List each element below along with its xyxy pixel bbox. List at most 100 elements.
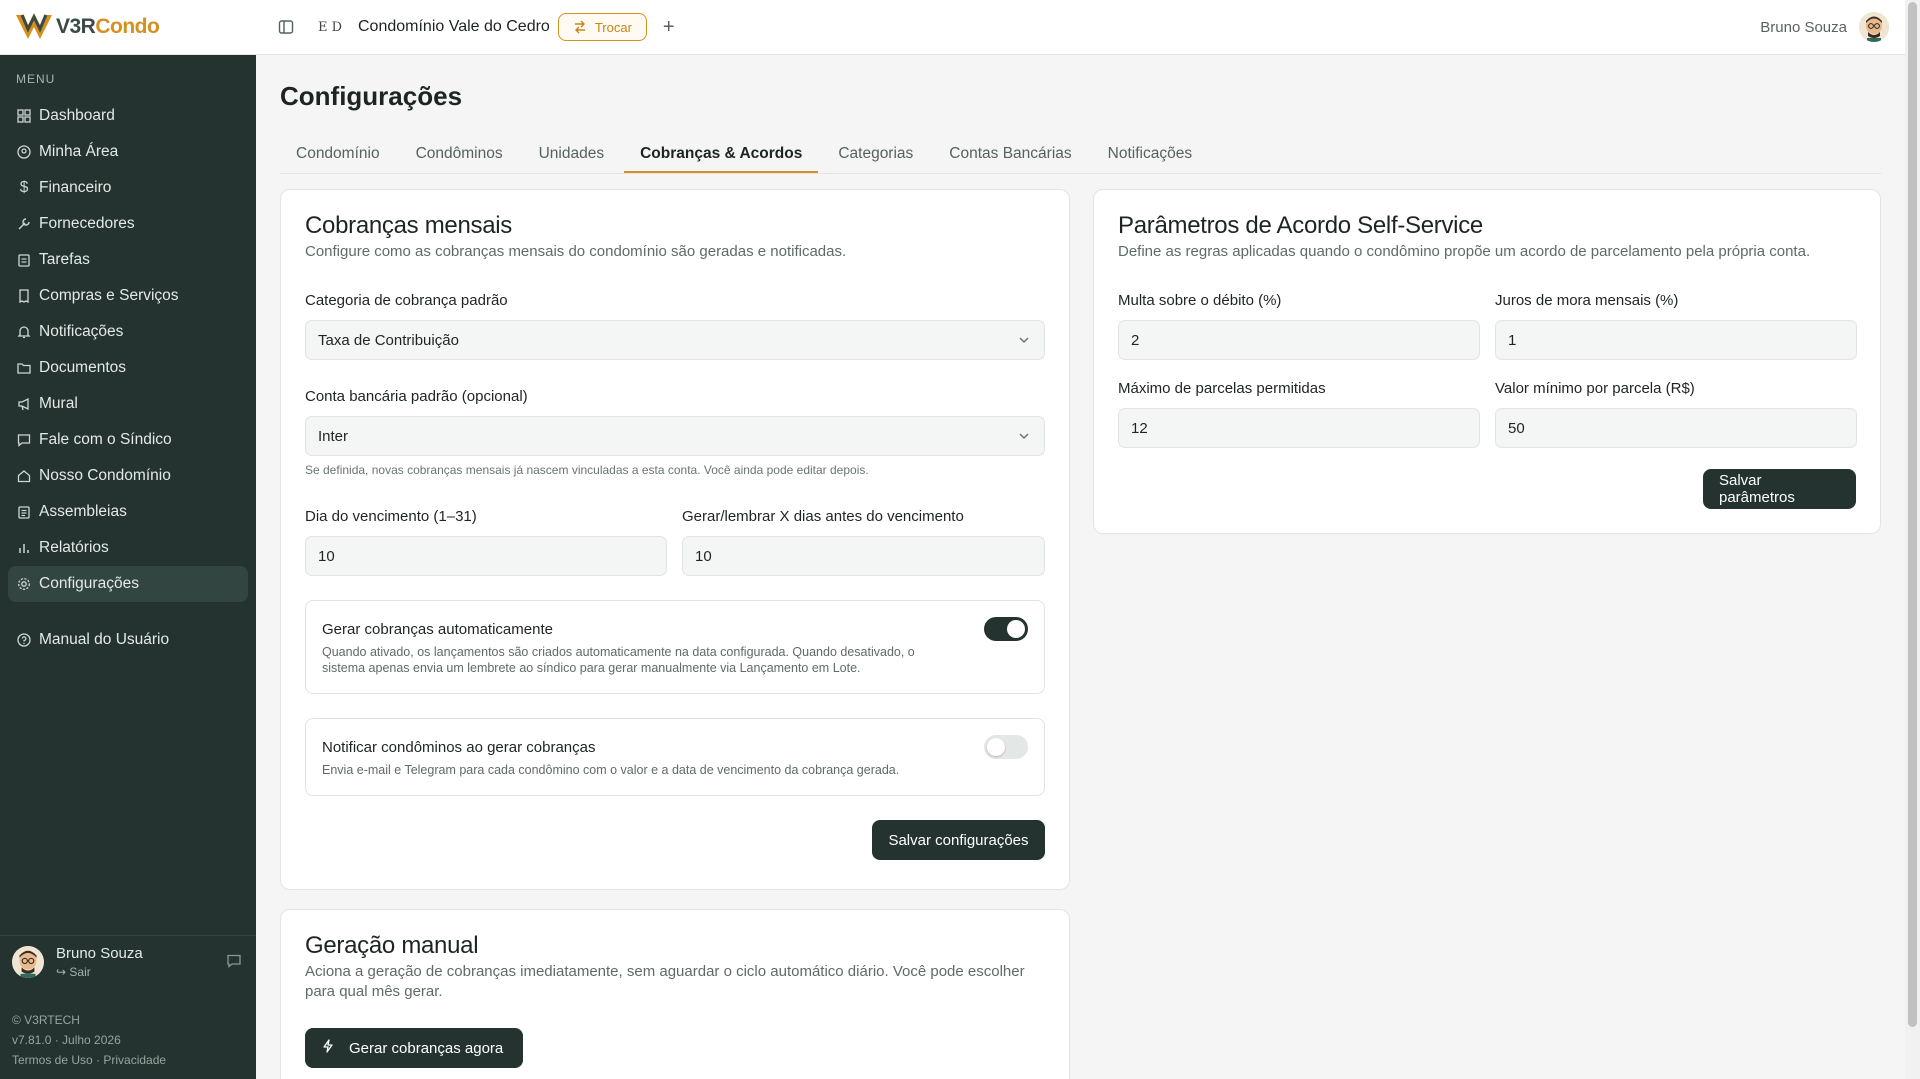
add-condo-plus-icon[interactable]: + (663, 16, 675, 39)
sidebar-item-label: Documentos (39, 359, 127, 376)
logout-label: Sair (69, 964, 91, 979)
manual-generation-title: Geração manual (305, 932, 479, 959)
toggle-knob (1007, 620, 1025, 638)
manual-generation-subtitle-line2: para qual mês gerar. (305, 983, 443, 1000)
dollar-icon: $ (19, 179, 29, 196)
max-installments-input[interactable]: 12 (1118, 408, 1480, 448)
megaphone-icon (17, 397, 31, 411)
sidebar-item-label: Configurações (39, 575, 139, 592)
billing-subtitle: Configure como as cobranças mensais do c… (305, 243, 847, 260)
notify-toggle[interactable] (984, 735, 1028, 759)
generate-now-button[interactable]: Gerar cobranças agora (305, 1028, 523, 1068)
privacy-link[interactable]: Privacidade (103, 1053, 166, 1067)
notify-box: Notificar condôminos ao gerar cobranças … (305, 718, 1045, 796)
sidebar-item-label: Assembleias (39, 503, 127, 520)
sidebar-item-minha-area[interactable]: Minha Área (8, 134, 248, 170)
app-logo[interactable]: V3RCondo (0, 11, 256, 43)
sidebar-item-label: Compras e Serviços (39, 287, 179, 304)
sidebar-user-avatar[interactable] (12, 945, 44, 978)
page-scrollbar[interactable] (1905, 0, 1920, 1079)
fine-label: Multa sobre o débito (%) (1118, 292, 1282, 309)
sidebar-item-dashboard[interactable]: Dashboard (8, 98, 248, 134)
save-parameters-button[interactable]: Salvar parâmetros (1703, 469, 1856, 509)
max-installments-label: Máximo de parcelas permitidas (1118, 380, 1326, 397)
billing-title: Cobranças mensais (305, 212, 512, 239)
tab-condominos[interactable]: Condôminos (400, 135, 519, 173)
swap-condo-button[interactable]: Trocar (557, 13, 647, 41)
toggle-knob (987, 738, 1005, 756)
tabs-divider (280, 173, 1881, 174)
category-select[interactable]: Taxa de Contribuição (305, 320, 1045, 360)
sidebar-item-mural[interactable]: Mural (8, 386, 248, 422)
account-label: Conta bancária padrão (opcional) (305, 388, 528, 405)
tab-categorias[interactable]: Categorias (822, 135, 929, 173)
fine-input[interactable]: 2 (1118, 320, 1480, 360)
scrollbar-thumb[interactable] (1908, 2, 1917, 1027)
tab-condominio[interactable]: Condomínio (280, 135, 396, 173)
sidebar-item-documentos[interactable]: Documentos (8, 350, 248, 386)
sidebar-item-relatorios[interactable]: Relatórios (8, 530, 248, 566)
auto-generate-desc: Quando ativado, os lançamentos são criad… (322, 644, 915, 676)
sidebar-item-label: Mural (39, 395, 78, 412)
chat-icon[interactable] (226, 953, 242, 974)
gear-icon (17, 577, 31, 591)
notify-title: Notificar condôminos ao gerar cobranças (322, 739, 596, 756)
sidebar-user: Bruno Souza ↪ Sair (0, 935, 256, 987)
tab-cobrancas-acordos[interactable]: Cobranças & Acordos (624, 135, 819, 173)
copyright: © V3RTECH (12, 1013, 80, 1027)
sidebar-item-nosso-condominio[interactable]: Nosso Condomínio (8, 458, 248, 494)
sidebar-item-label: Dashboard (39, 107, 115, 124)
sidebar-toggle-icon[interactable] (276, 17, 296, 37)
condo-logo: E D (318, 19, 343, 35)
sidebar-item-tarefas[interactable]: Tarefas (8, 242, 248, 278)
chevron-down-icon (1018, 333, 1030, 350)
logo-text-v3r: V3R (56, 15, 96, 38)
sidebar-item-assembleias[interactable]: Assembleias (8, 494, 248, 530)
top-bar: V3RCondo E D Condomínio Vale do Cedro Tr… (0, 0, 1905, 55)
top-user-avatar[interactable] (1859, 12, 1889, 42)
min-installment-input[interactable]: 50 (1495, 408, 1857, 448)
condo-name: Condomínio Vale do Cedro (358, 18, 550, 35)
sidebar-item-label: Fale com o Síndico (39, 431, 172, 448)
chat-icon (17, 433, 31, 447)
sidebar-item-fornecedores[interactable]: Fornecedores (8, 206, 248, 242)
due-day-input[interactable]: 10 (305, 536, 667, 576)
page-title: Configurações (280, 81, 463, 111)
generate-now-label: Gerar cobranças agora (349, 1039, 504, 1057)
clipboard-icon (17, 253, 31, 267)
top-user-name[interactable]: Bruno Souza (1760, 19, 1847, 36)
sidebar-item-fale-sindico[interactable]: Fale com o Síndico (8, 422, 248, 458)
grid-icon (17, 109, 31, 123)
logout-link[interactable]: ↪ Sair (56, 965, 143, 979)
main-content: Configurações Condomínio Condôminos Unid… (256, 55, 1905, 1079)
tab-notificacoes[interactable]: Notificações (1092, 135, 1208, 173)
sidebar-item-manual[interactable]: Manual do Usuário (8, 622, 248, 658)
bell-icon (17, 325, 31, 339)
save-settings-button[interactable]: Salvar configurações (872, 820, 1045, 860)
billing-card: Cobranças mensais Configure como as cobr… (280, 189, 1070, 890)
agreement-card: Parâmetros de Acordo Self-Service Define… (1093, 189, 1881, 534)
sidebar-item-compras[interactable]: Compras e Serviços (8, 278, 248, 314)
account-select[interactable]: Inter (305, 416, 1045, 456)
sidebar-item-label: Relatórios (39, 539, 109, 556)
auto-generate-title: Gerar cobranças automaticamente (322, 621, 553, 638)
interest-label: Juros de mora mensais (%) (1495, 292, 1679, 309)
min-installment-label: Valor mínimo por parcela (R$) (1495, 380, 1695, 397)
tab-unidades[interactable]: Unidades (523, 135, 621, 173)
account-select-value: Inter (318, 427, 349, 445)
tab-contas-bancarias[interactable]: Contas Bancárias (933, 135, 1087, 173)
sidebar-item-label: Financeiro (39, 179, 112, 196)
days-before-input[interactable]: 10 (682, 536, 1045, 576)
menu-label: MENU (16, 72, 56, 86)
agreement-subtitle: Define as regras aplicadas quando o cond… (1118, 243, 1811, 260)
notify-desc: Envia e-mail e Telegram para cada condôm… (322, 763, 900, 777)
auto-generate-toggle[interactable] (984, 617, 1028, 641)
sidebar-item-financeiro[interactable]: $ Financeiro (8, 170, 248, 206)
sidebar-item-configuracoes[interactable]: Configurações (8, 566, 248, 602)
settings-tabs: Condomínio Condôminos Unidades Cobranças… (280, 135, 1212, 173)
interest-input[interactable]: 1 (1495, 320, 1857, 360)
terms-link[interactable]: Termos de Uso (12, 1053, 93, 1067)
sidebar-item-label: Notificações (39, 323, 124, 340)
sidebar-item-notificacoes[interactable]: Notificações (8, 314, 248, 350)
help-circle-icon (17, 633, 31, 647)
